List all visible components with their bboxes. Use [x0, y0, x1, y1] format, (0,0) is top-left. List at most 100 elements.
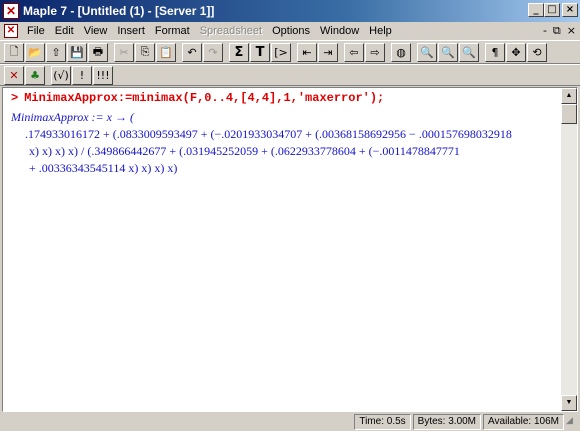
- exclaim-icon: !: [79, 68, 85, 82]
- output-line-3: x) x) x) x) / (.349866442677 + (.0319452…: [29, 144, 460, 158]
- menu-view[interactable]: View: [79, 25, 113, 37]
- maple-app-icon[interactable]: ✕: [3, 3, 19, 19]
- mdi-minimize-button[interactable]: -: [543, 24, 547, 38]
- stop-button[interactable]: ◍: [391, 42, 411, 62]
- outdent-icon: ⇤: [302, 45, 312, 59]
- undo-button[interactable]: ↶: [182, 42, 202, 62]
- status-bar: Time: 0.5s Bytes: 3.00M Available: 106M …: [0, 412, 580, 431]
- maple-input[interactable]: MinimaxApprox:=minimax(F,0..4,[4,4],1,'m…: [24, 91, 384, 105]
- close-context-icon: ✕: [9, 68, 19, 82]
- minimize-button[interactable]: _: [528, 3, 544, 17]
- copy-icon: ⎘: [140, 45, 150, 58]
- paste-button[interactable]: 📋: [156, 42, 176, 62]
- maple-leaf-button[interactable]: ♣: [25, 65, 45, 85]
- eval-button[interactable]: (√): [51, 65, 71, 85]
- status-available: Available: 106M: [483, 413, 564, 430]
- mdi-close-button[interactable]: ×: [567, 24, 576, 38]
- cut-icon: ✂: [119, 45, 129, 59]
- maple-leaf-icon: ♣: [30, 68, 40, 82]
- redo-button[interactable]: ↷: [203, 42, 223, 62]
- math-input-button[interactable]: Σ: [229, 42, 249, 62]
- status-time: Time: 0.5s: [354, 413, 411, 430]
- output-line-4-coef: + .00336343545114: [29, 161, 126, 175]
- title-bar: ✕ Maple 7 - [Untitled (1) - [Server 1]] …: [0, 0, 580, 22]
- document-icon[interactable]: ✕: [4, 24, 18, 38]
- restart-icon: ⟲: [532, 45, 542, 59]
- save-icon: 💾: [70, 45, 84, 59]
- close-button[interactable]: ×: [562, 3, 578, 17]
- show-markers-button[interactable]: ¶: [485, 42, 505, 62]
- zoom-100-button[interactable]: 🔍: [417, 42, 437, 62]
- execution-prompt: >: [11, 91, 19, 105]
- input-line[interactable]: > MinimaxApprox:=minimax(F,0..4,[4,4],1,'…: [11, 90, 561, 106]
- maximize-button[interactable]: □: [544, 3, 560, 17]
- exclaim-button[interactable]: !: [72, 65, 92, 85]
- expand-button[interactable]: ✥: [506, 42, 526, 62]
- output-arrow: := x → (: [88, 110, 134, 124]
- redo-icon: ↷: [208, 45, 218, 59]
- menu-spreadsheet[interactable]: Spreadsheet: [195, 25, 267, 37]
- menu-insert[interactable]: Insert: [112, 25, 150, 37]
- restart-button[interactable]: ⟲: [527, 42, 547, 62]
- show-markers-icon: ¶: [491, 45, 499, 59]
- window-title: Maple 7 - [Untitled (1) - [Server 1]]: [23, 4, 215, 18]
- output-line-4-tail: x) x) x) x): [125, 161, 178, 175]
- new-icon: 🗋: [9, 44, 19, 58]
- indent-icon: ⇥: [323, 45, 333, 59]
- zoom-150-button[interactable]: 🔍: [438, 42, 458, 62]
- text-input-button[interactable]: T: [250, 42, 270, 62]
- text-input-icon: T: [255, 44, 265, 60]
- paste-icon: 📋: [159, 45, 173, 59]
- print-button[interactable]: 🖶: [88, 42, 108, 62]
- open-url-button[interactable]: ⇧: [46, 42, 66, 62]
- indent-button[interactable]: ⇥: [318, 42, 338, 62]
- output-line-1: MinimaxApprox := x → (: [11, 109, 561, 126]
- status-bytes: Bytes: 3.00M: [412, 413, 482, 430]
- context-toolbar: ✕ ♣ (√)!!!!: [0, 64, 580, 86]
- output-line-4: + .00336343545114 x) x) x) x): [11, 160, 561, 177]
- close-context-button[interactable]: ✕: [4, 65, 24, 85]
- zoom-100-icon: 🔍: [420, 45, 434, 59]
- resize-grip-icon[interactable]: ◢: [566, 415, 578, 429]
- mdi-restore-button[interactable]: ⧉: [553, 24, 561, 38]
- back-button[interactable]: ⇦: [344, 42, 364, 62]
- menu-window[interactable]: Window: [315, 25, 364, 37]
- print-icon: 🖶: [92, 44, 104, 58]
- menu-format[interactable]: Format: [150, 25, 195, 37]
- new-button[interactable]: 🗋: [4, 42, 24, 62]
- worksheet[interactable]: > MinimaxApprox:=minimax(F,0..4,[4,4],1,'…: [2, 87, 578, 412]
- copy-button[interactable]: ⎘: [135, 42, 155, 62]
- insert-prompt-button[interactable]: [>: [271, 42, 291, 62]
- maple-output: MinimaxApprox := x → ( .174933016172 + (…: [11, 109, 561, 177]
- eval-icon: (√): [53, 68, 69, 82]
- zoom-200-button[interactable]: 🔍: [459, 42, 479, 62]
- expand-icon: ✥: [511, 45, 521, 59]
- open-url-icon: ⇧: [51, 45, 61, 59]
- menu-options[interactable]: Options: [267, 25, 315, 37]
- output-lhs: MinimaxApprox: [11, 110, 89, 124]
- open-button[interactable]: 📂: [25, 42, 45, 62]
- cut-button[interactable]: ✂: [114, 42, 134, 62]
- save-button[interactable]: 💾: [67, 42, 87, 62]
- outdent-button[interactable]: ⇤: [297, 42, 317, 62]
- undo-icon: ↶: [187, 45, 197, 59]
- menu-file[interactable]: File: [22, 25, 50, 37]
- forward-button[interactable]: ⇨: [365, 42, 385, 62]
- vertical-scrollbar[interactable]: ▲ ▼: [561, 88, 577, 411]
- main-toolbar: 🗋 📂 ⇧ 💾 🖶 ✂ ⎘ 📋 ↶ ↷ Σ T [> ⇤ ⇥ ⇦ ⇨ ◍ 🔍 🔍 🔍 ¶ ✥ ⟲: [0, 40, 580, 64]
- open-icon: 📂: [28, 45, 42, 59]
- scroll-down-button[interactable]: ▼: [561, 395, 577, 411]
- menu-edit[interactable]: Edit: [50, 25, 79, 37]
- worksheet-content[interactable]: > MinimaxApprox:=minimax(F,0..4,[4,4],1,'…: [3, 88, 561, 411]
- scroll-thumb[interactable]: [561, 104, 577, 124]
- execute-all-icon: !!!: [96, 68, 110, 82]
- menu-help[interactable]: Help: [364, 25, 397, 37]
- zoom-150-icon: 🔍: [441, 45, 455, 59]
- scroll-up-button[interactable]: ▲: [561, 88, 577, 104]
- math-input-icon: Σ: [234, 44, 244, 60]
- stop-icon: ◍: [396, 45, 406, 59]
- back-icon: ⇦: [349, 45, 359, 59]
- insert-prompt-icon: [>: [274, 45, 288, 59]
- execute-all-button[interactable]: !!!: [93, 65, 113, 85]
- output-line-2: .174933016172 + (.0833009593497 + (−.020…: [25, 127, 512, 141]
